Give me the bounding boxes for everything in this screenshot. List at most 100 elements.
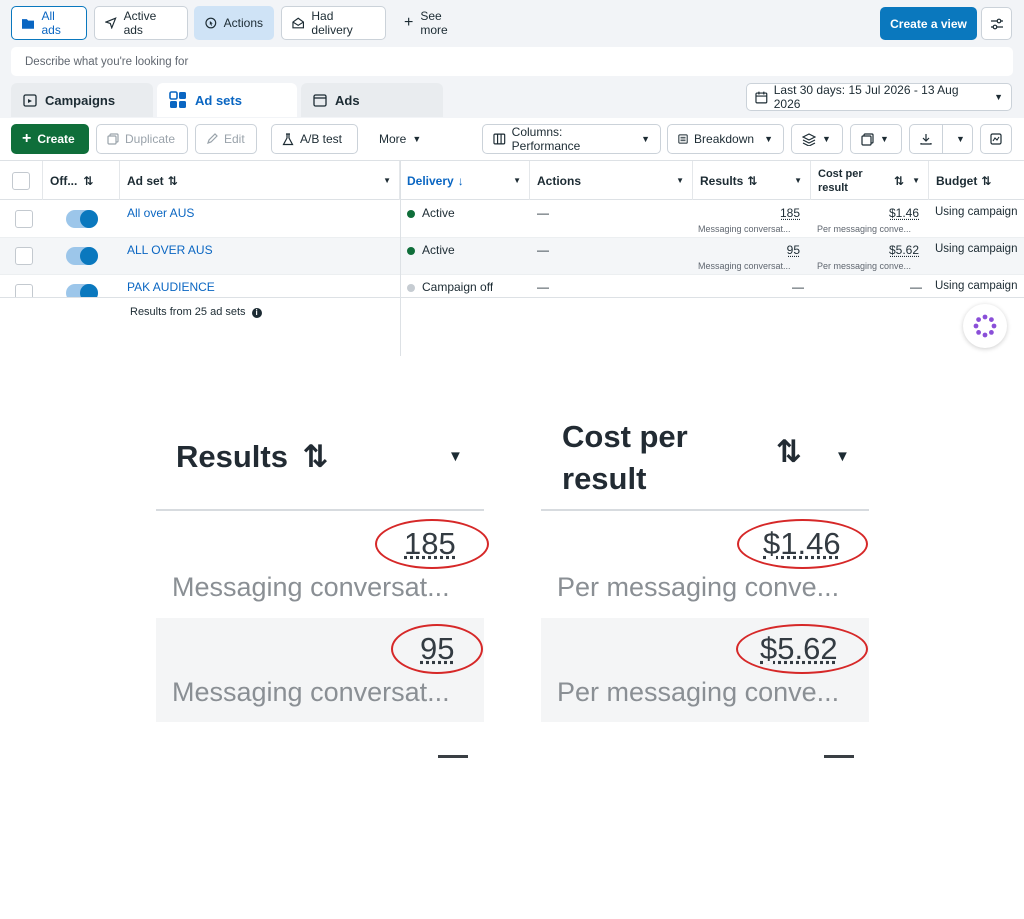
view-had-delivery[interactable]: Had delivery (281, 6, 386, 40)
chevron-down-icon: ▼ (676, 176, 684, 185)
header-cost-per-result-label: Cost per result (818, 167, 863, 194)
zoom-results-header: Results ⇅ (176, 436, 329, 478)
edit-label: Edit (224, 132, 245, 146)
header-off-on[interactable]: Off... ⇅ (43, 161, 120, 200)
ad-set-name-link[interactable]: ALL OVER AUS (127, 243, 213, 257)
sort-icon: ⇅ (981, 173, 992, 188)
toggle-knob (80, 247, 98, 265)
folder-icon (22, 18, 35, 29)
ad-set-toggle[interactable] (66, 210, 98, 228)
columns-label: Columns: Performance (511, 125, 581, 153)
plus-icon: + (22, 130, 32, 147)
delivery-status: Campaign off (407, 280, 493, 294)
ad-set-toggle[interactable] (66, 247, 98, 265)
view-active-ads[interactable]: Active ads (94, 6, 188, 40)
select-all-cell (0, 161, 43, 200)
delivery-status-label: Active (422, 243, 455, 257)
zoom-cost-header-line1: Cost per (562, 419, 688, 454)
customize-button[interactable] (981, 7, 1012, 40)
cost-per-result-value[interactable]: $5.62 (889, 243, 919, 257)
download-icon (910, 125, 943, 153)
select-all-checkbox[interactable] (12, 171, 30, 190)
date-range-picker[interactable]: Last 30 days: 15 Jul 2026 - 13 Aug 2026 … (746, 83, 1012, 111)
highlight-circle (391, 624, 483, 674)
columns-dropdown[interactable]: Columns: Performance ▼ (482, 124, 661, 154)
chevron-down-icon: ▼ (448, 448, 463, 465)
results-value[interactable]: 185 (780, 206, 800, 220)
zoom-results-sub: Messaging conversat... (172, 677, 450, 707)
results-type: Messaging conversat... (698, 224, 791, 234)
sort-icon: ⇅ (747, 173, 758, 188)
send-icon (105, 17, 117, 29)
reports-dropdown[interactable]: ▼ (850, 124, 902, 154)
export-button[interactable]: ▼ (909, 124, 973, 154)
breakdown-dropdown[interactable]: Breakdown ▼ (667, 124, 784, 154)
campaign-folder-icon (23, 93, 37, 107)
chart-view-button[interactable] (980, 124, 1012, 154)
results-value: — (792, 280, 804, 294)
sort-icon: ⇅ (893, 173, 904, 188)
sort-down-icon: ↓ (457, 173, 464, 188)
sort-icon: ⇅ (776, 434, 802, 469)
create-button[interactable]: + Create (11, 124, 89, 154)
chevron-down-icon: ▼ (994, 92, 1003, 102)
chevron-down-icon: ▼ (835, 448, 850, 465)
view-all-ads-label: All ads (41, 9, 61, 37)
ad-set-name-link[interactable]: All over AUS (127, 206, 194, 220)
view-actions[interactable]: Actions (194, 6, 274, 40)
ad-set-toggle[interactable] (66, 284, 98, 297)
sort-icon: ⇅ (167, 173, 178, 188)
more-button[interactable]: More ▼ (368, 124, 432, 154)
table-row[interactable]: All over AUS Active — 185 Messaging conv… (0, 201, 1024, 238)
chevron-down-icon: ▼ (383, 176, 391, 185)
table-row[interactable]: PAK AUDIENCE Campaign off — — — Using ca… (0, 275, 1024, 298)
chevron-down-icon: ▼ (412, 134, 422, 144)
cost-per-result-value[interactable]: $1.46 (889, 206, 919, 220)
toggle-knob (80, 210, 98, 228)
layers-icon (802, 132, 816, 146)
tab-ads[interactable]: Ads (301, 83, 443, 117)
zoom-cost-sub: Per messaging conve... (557, 677, 840, 707)
tab-campaigns[interactable]: Campaigns (11, 83, 153, 117)
tab-ad-sets[interactable]: Ad sets (157, 83, 297, 117)
chevron-down-icon: ▼ (794, 176, 802, 185)
budget-value: Using campaign (935, 243, 1018, 255)
duplicate-button[interactable]: Duplicate (96, 124, 188, 154)
view-had-delivery-label: Had delivery (311, 9, 353, 37)
edit-button[interactable]: Edit (195, 124, 257, 154)
ads-manager-screenshot: All ads Active ads Actions Had delivery … (0, 0, 1024, 356)
results-footer-label: Results from 25 ad sets (130, 306, 246, 318)
view-all-ads[interactable]: All ads (11, 6, 87, 40)
ad-set-name-link[interactable]: PAK AUDIENCE (127, 280, 215, 294)
sort-icon: ⇅ (302, 439, 329, 474)
see-more-button[interactable]: + See more (393, 6, 483, 40)
header-delivery[interactable]: Delivery ↓ ▼ (400, 161, 530, 200)
ad-window-icon (313, 93, 327, 107)
assistant-button[interactable] (963, 304, 1007, 348)
header-ad-set[interactable]: Ad set ⇅ ▼ (120, 161, 400, 200)
row-checkbox[interactable] (15, 284, 33, 297)
layers-dropdown[interactable]: ▼ (791, 124, 843, 154)
row-checkbox[interactable] (15, 210, 33, 228)
highlight-circle (375, 519, 489, 569)
breakdown-icon (678, 134, 688, 144)
header-budget[interactable]: Budget ⇅ (929, 161, 1024, 200)
results-value[interactable]: 95 (787, 243, 800, 257)
frozen-column-divider (400, 161, 401, 356)
row-checkbox[interactable] (15, 247, 33, 265)
header-cost-per-result[interactable]: Cost per result ⇅ ▼ (811, 161, 929, 200)
header-actions[interactable]: Actions ▼ (530, 161, 693, 200)
search-input[interactable]: Describe what you're looking for (11, 47, 1013, 76)
ab-test-label: A/B test (300, 132, 343, 146)
chevron-down-icon: ▼ (912, 176, 920, 185)
create-view-button[interactable]: Create a view (880, 7, 977, 40)
zoom-results-divider (156, 509, 484, 511)
results-footer: Results from 25 ad sets i (130, 306, 262, 318)
header-actions-label: Actions (537, 173, 582, 188)
header-delivery-label: Delivery (407, 173, 454, 188)
header-results[interactable]: Results ⇅ ▼ (693, 161, 811, 200)
table-row[interactable]: ALL OVER AUS Active — 95 Messaging conve… (0, 238, 1024, 275)
ab-test-button[interactable]: A/B test (271, 124, 358, 154)
cost-per-result-value: — (910, 280, 922, 294)
chevron-down-icon: ▼ (641, 134, 650, 144)
